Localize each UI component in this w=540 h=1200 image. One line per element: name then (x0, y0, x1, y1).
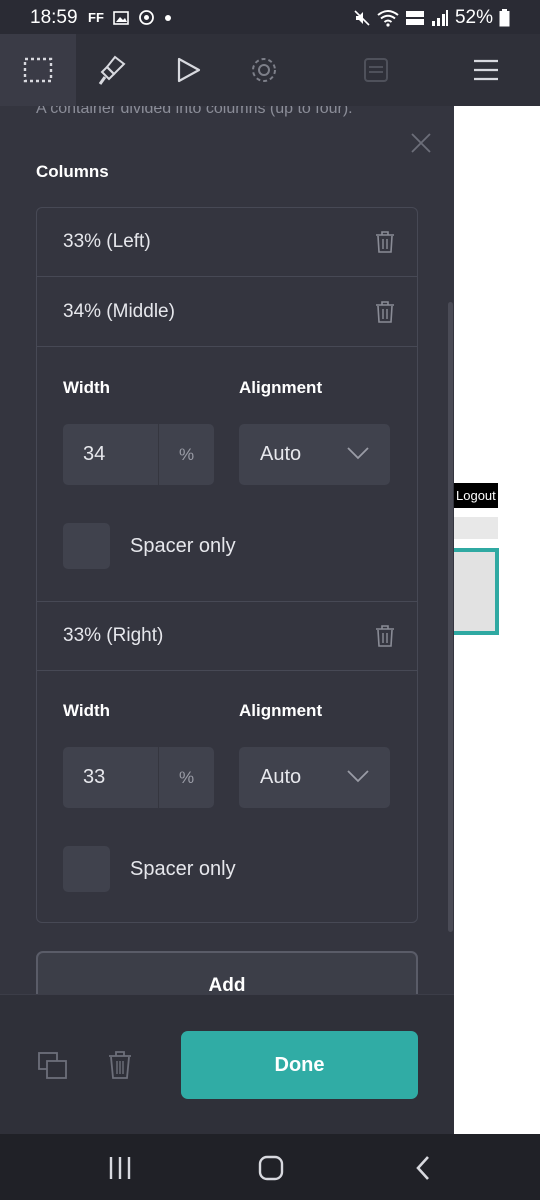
column-settings-middle: Width Alignment 34 % Auto Spacer only (37, 348, 417, 602)
clock: 18:59 (30, 7, 78, 28)
panel-action-bar: Done (0, 994, 454, 1134)
recent-apps-icon[interactable] (106, 1154, 134, 1182)
width-value: 33 (83, 766, 106, 788)
layers-icon[interactable] (360, 54, 392, 86)
lte-icon (405, 11, 424, 25)
page-field (454, 517, 498, 539)
alignment-select[interactable]: Auto (239, 747, 390, 808)
dot-icon (164, 14, 171, 21)
wifi-icon (377, 10, 399, 27)
alignment-label: Alignment (239, 701, 323, 720)
trash-icon[interactable] (375, 624, 395, 648)
trash-icon[interactable] (108, 1050, 132, 1080)
add-column-button[interactable]: Add (36, 951, 418, 994)
signal-icon (431, 10, 448, 26)
close-icon[interactable] (410, 132, 432, 154)
back-icon[interactable] (410, 1154, 438, 1182)
image-icon (113, 10, 129, 25)
select-box-icon[interactable] (22, 54, 54, 86)
gear-icon[interactable] (248, 54, 280, 86)
selected-block-outline[interactable] (448, 548, 499, 635)
spacer-only-label: Spacer only (130, 535, 236, 557)
system-nav-bar (0, 1134, 540, 1200)
panel-scrollbar[interactable] (448, 302, 453, 932)
column-label: 33% (Left) (63, 231, 151, 252)
duplicate-icon[interactable] (38, 1052, 68, 1080)
logout-link[interactable]: Logout (452, 483, 498, 508)
spacer-only-label: Spacer only (130, 858, 236, 880)
status-bar: 18:59 FF 52% (0, 0, 540, 34)
menu-icon[interactable] (470, 54, 502, 86)
width-unit: % (158, 747, 214, 808)
done-button[interactable]: Done (181, 1031, 418, 1099)
block-description: A container divided into columns (up to … (36, 106, 353, 117)
mute-icon (354, 10, 370, 26)
width-input[interactable]: 34 % (63, 424, 214, 485)
trash-icon[interactable] (375, 300, 395, 324)
width-label: Width (63, 701, 111, 720)
column-label: 34% (Middle) (63, 301, 175, 322)
editor-toolbar (0, 34, 540, 106)
trash-icon[interactable] (375, 230, 395, 254)
alignment-select[interactable]: Auto (239, 424, 390, 485)
column-row-right[interactable]: 33% (Right) (37, 602, 417, 671)
width-input[interactable]: 33 % (63, 747, 214, 808)
chevron-down-icon (347, 770, 369, 783)
spacer-only-checkbox[interactable] (63, 846, 110, 892)
column-label: 33% (Right) (63, 625, 164, 646)
battery-icon (499, 9, 510, 27)
play-icon[interactable] (172, 54, 204, 86)
width-value: 34 (83, 443, 106, 465)
column-settings-right: Width Alignment 33 % Auto Spacer only (37, 671, 417, 923)
brush-icon[interactable] (96, 54, 128, 86)
battery-level: 52% (454, 7, 493, 28)
alignment-value: Auto (260, 443, 302, 465)
spacer-only-checkbox[interactable] (63, 523, 110, 569)
ff-icon: FF (88, 10, 104, 25)
sync-icon (138, 10, 154, 25)
width-label: Width (63, 378, 111, 397)
alignment-value: Auto (260, 766, 302, 788)
home-icon[interactable] (257, 1154, 285, 1182)
chevron-down-icon (347, 447, 369, 460)
width-unit: % (158, 424, 214, 485)
section-title: Columns (36, 162, 109, 181)
column-row-middle[interactable]: 34% (Middle) (37, 278, 417, 347)
alignment-label: Alignment (239, 378, 323, 397)
columns-settings-panel: A container divided into columns (up to … (0, 106, 454, 994)
column-row-left[interactable]: 33% (Left) (37, 208, 417, 277)
columns-list: 33% (Left) 34% (Middle) Width Alignment … (36, 207, 418, 923)
